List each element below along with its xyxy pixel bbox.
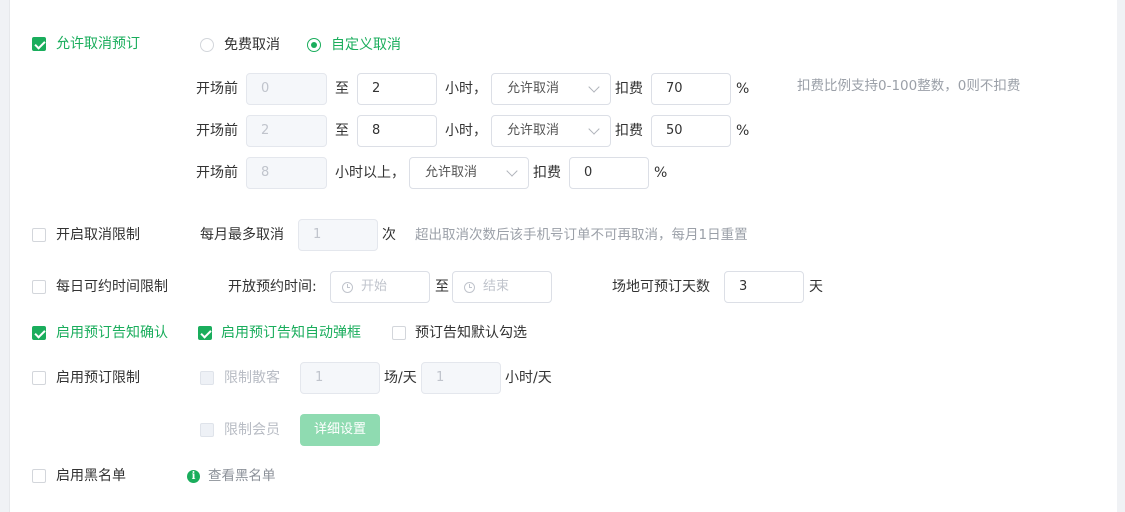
rule1-to-input[interactable]: 2 [357, 73, 437, 105]
rule3-policy-value: 允许取消 [425, 165, 478, 180]
rule3-policy-select[interactable]: 允许取消 [409, 157, 529, 189]
monthly-limit-hint: 超出取消次数后该手机号订单不可再取消，每月1日重置 [415, 227, 748, 243]
bookable-days-label: 场地可预订天数 [612, 279, 710, 295]
limit-guest-label: 限制散客 [224, 370, 280, 386]
info-icon: i [187, 470, 200, 483]
monthly-limit-unit: 次 [382, 227, 396, 243]
rule3-before-label: 开场前 [196, 165, 238, 181]
rule3-fee-input[interactable]: 0 [569, 157, 649, 189]
bookable-days-input[interactable]: 3 [724, 271, 804, 303]
allow-cancel-checkbox[interactable] [32, 37, 46, 51]
notice-popup-label: 启用预订告知自动弹框 [221, 325, 361, 341]
rule1-before-label: 开场前 [196, 81, 238, 97]
blacklist-checkbox[interactable] [32, 469, 46, 483]
rule1-from-input: 0 [246, 73, 327, 105]
clock-icon [464, 282, 475, 293]
booking-limit-label: 启用预订限制 [56, 370, 140, 386]
notice-default-checkbox[interactable] [392, 326, 406, 340]
notice-default-label: 预订告知默认勾选 [415, 325, 527, 341]
open-time-label: 开放预约时间: [228, 279, 317, 295]
bookable-days-unit: 天 [809, 279, 823, 295]
rule2-deduct-label: 扣费 [615, 123, 643, 139]
rule3-hours-above-label: 小时以上， [335, 165, 405, 181]
rule2-to-input[interactable]: 8 [357, 115, 437, 147]
allow-cancel-label: 允许取消预订 [56, 36, 140, 52]
rule3-deduct-label: 扣费 [533, 165, 561, 181]
rule1-to-label: 至 [335, 81, 349, 97]
guest-count-input: 1 [300, 362, 380, 394]
notice-confirm-checkbox[interactable] [32, 326, 46, 340]
rule2-percent-label: % [736, 123, 750, 139]
left-panel-edge [0, 0, 10, 512]
monthly-limit-label: 每月最多取消 [200, 227, 284, 243]
detail-settings-button[interactable]: 详细设置 [300, 414, 380, 446]
rule1-hours-label: 小时， [445, 81, 487, 97]
rule2-to-label: 至 [335, 123, 349, 139]
rule2-fee-input[interactable]: 50 [651, 115, 731, 147]
cancel-limit-checkbox[interactable] [32, 228, 46, 242]
guest-count-unit: 场/天 [384, 370, 417, 386]
rule1-percent-label: % [736, 81, 750, 97]
rule1-policy-select[interactable]: 允许取消 [491, 73, 611, 105]
right-panel-edge [1117, 0, 1125, 512]
custom-cancel-radio[interactable] [307, 38, 321, 52]
free-cancel-radio[interactable] [200, 38, 214, 52]
daily-limit-checkbox[interactable] [32, 280, 46, 294]
rule2-hours-label: 小时， [445, 123, 487, 139]
end-time-input[interactable]: 结束 [452, 271, 552, 303]
rule2-from-input: 2 [246, 115, 327, 147]
limit-guest-checkbox [200, 371, 214, 385]
blacklist-label: 启用黑名单 [56, 468, 126, 484]
notice-confirm-label: 启用预订告知确认 [56, 325, 168, 341]
daily-limit-label: 每日可约时间限制 [56, 279, 168, 295]
chevron-down-icon [588, 81, 600, 93]
limit-member-label: 限制会员 [224, 422, 280, 438]
start-time-placeholder: 开始 [361, 279, 388, 294]
fee-hint: 扣费比例支持0-100整数，0则不扣费 [797, 78, 1021, 94]
rule3-percent-label: % [654, 165, 668, 181]
rule1-fee-input[interactable]: 70 [651, 73, 731, 105]
free-cancel-label: 免费取消 [224, 37, 280, 53]
monthly-limit-input: 1 [298, 219, 378, 251]
custom-cancel-label: 自定义取消 [331, 37, 401, 53]
chevron-down-icon [588, 123, 600, 135]
end-time-placeholder: 结束 [483, 279, 510, 294]
clock-icon [342, 282, 353, 293]
booking-limit-checkbox[interactable] [32, 371, 46, 385]
rule3-from-input: 8 [246, 157, 327, 189]
rule2-policy-value: 允许取消 [507, 123, 560, 138]
view-blacklist-link[interactable]: 查看黑名单 [208, 466, 276, 486]
notice-popup-checkbox[interactable] [198, 326, 212, 340]
rule2-policy-select[interactable]: 允许取消 [491, 115, 611, 147]
rule1-policy-value: 允许取消 [507, 81, 560, 96]
start-time-input[interactable]: 开始 [330, 271, 430, 303]
rule1-deduct-label: 扣费 [615, 81, 643, 97]
open-time-to-label: 至 [435, 279, 449, 295]
rule2-before-label: 开场前 [196, 123, 238, 139]
chevron-down-icon [506, 165, 518, 177]
guest-hours-input: 1 [421, 362, 501, 394]
limit-member-checkbox [200, 423, 214, 437]
cancel-limit-label: 开启取消限制 [56, 227, 140, 243]
guest-hours-unit: 小时/天 [505, 370, 552, 386]
